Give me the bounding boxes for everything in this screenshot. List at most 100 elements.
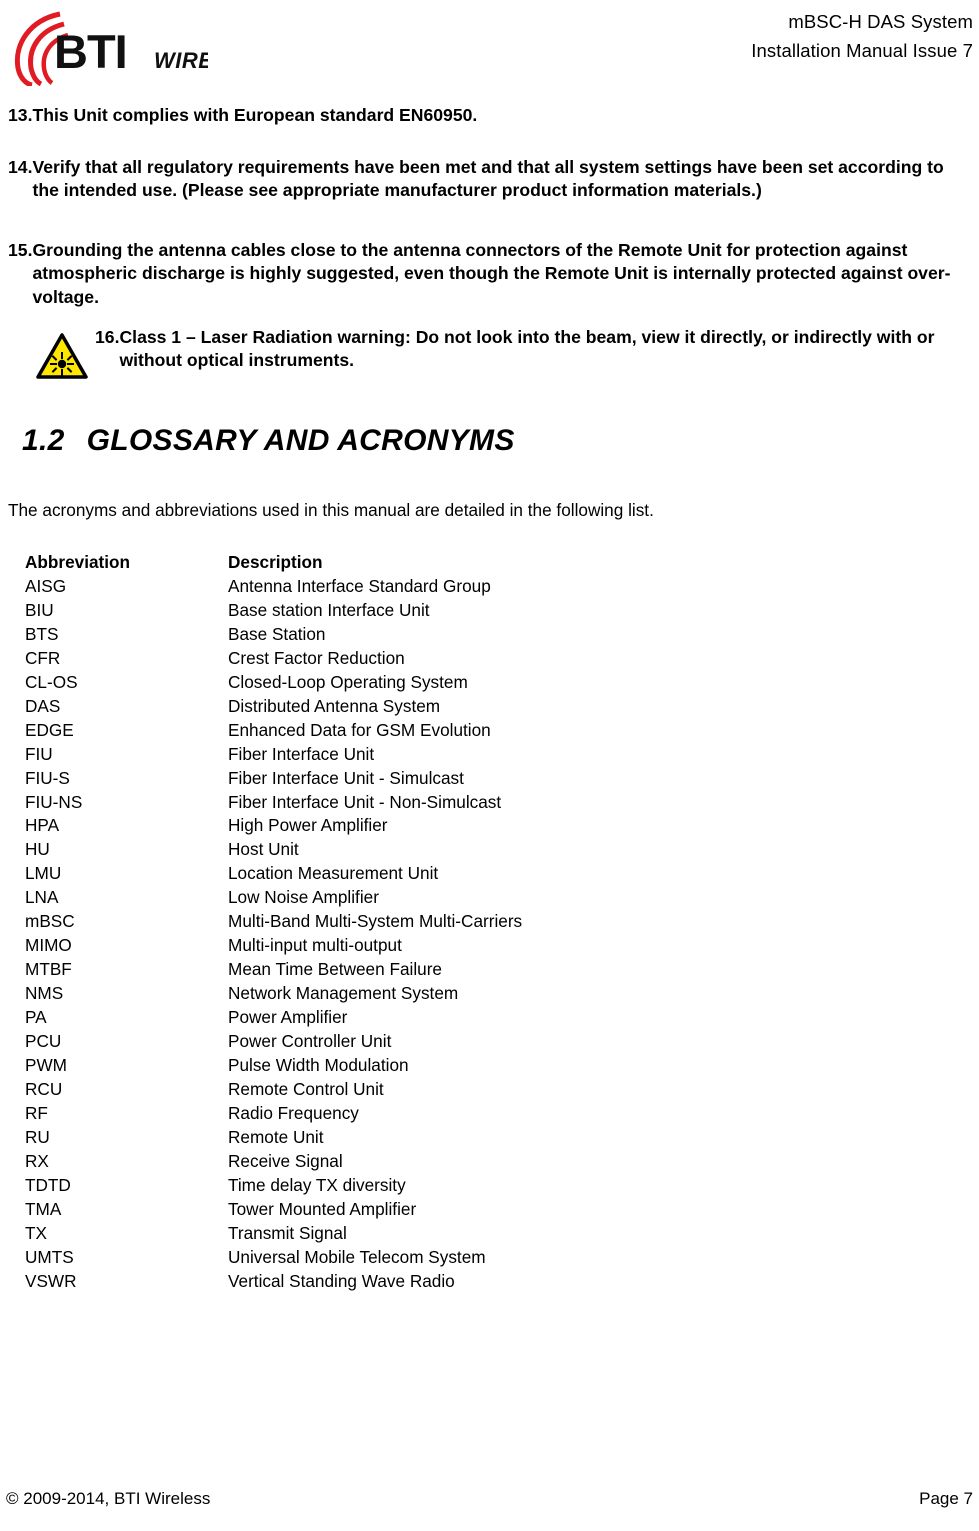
glossary-row: PCU Power Controller Unit	[25, 1030, 522, 1054]
glossary-abbreviation: mBSC	[25, 911, 75, 932]
glossary-abbreviation: BTS	[25, 623, 59, 644]
glossary-abbreviation: UMTS	[25, 1246, 74, 1267]
glossary-description: Fiber Interface Unit - Simulcast	[228, 767, 464, 788]
glossary-description: Remote Unit	[228, 1126, 324, 1147]
glossary-abbreviation: HPA	[25, 815, 60, 836]
glossary-description: Location Measurement Unit	[228, 863, 439, 884]
glossary-description: Multi-input multi-output	[228, 935, 402, 956]
glossary-row: HPA High Power Amplifier	[25, 814, 522, 838]
glossary-abbreviation: LMU	[25, 863, 62, 884]
glossary-description: Crest Factor Reduction	[228, 647, 405, 668]
laser-radiation-warning-icon	[36, 332, 88, 380]
glossary-row: FIU-S Fiber Interface Unit - Simulcast	[25, 767, 522, 791]
glossary-description: Remote Control Unit	[228, 1078, 384, 1099]
glossary-description: Vertical Standing Wave Radio	[228, 1270, 455, 1291]
glossary-abbreviation: FIU-NS	[25, 791, 83, 812]
glossary-description: Universal Mobile Telecom System	[228, 1246, 486, 1267]
glossary-row: FIU Fiber Interface Unit	[25, 743, 522, 767]
glossary-row: AISG Antenna Interface Standard Group	[25, 575, 522, 599]
glossary-row: mBSC Multi-Band Multi-System Multi-Carrie…	[25, 910, 522, 934]
glossary-abbreviation: DAS	[25, 695, 61, 716]
glossary-description: Power Amplifier	[228, 1007, 348, 1028]
glossary-description: Transmit Signal	[228, 1222, 347, 1243]
glossary-row: HU Host Unit	[25, 838, 522, 862]
glossary-abbreviation: HU	[25, 839, 50, 860]
glossary-row: EDGE Enhanced Data for GSM Evolution	[25, 719, 522, 743]
safety-item-13-text: This Unit complies with European standar…	[32, 105, 478, 125]
glossary-description: Low Noise Amplifier	[228, 887, 379, 908]
glossary-abbreviation: PWM	[25, 1055, 68, 1076]
section-heading: 1.2 GLOSSARY AND ACRONYMS	[22, 424, 515, 458]
glossary-description: Fiber Interface Unit	[228, 743, 375, 764]
glossary-description: Network Management System	[228, 983, 459, 1004]
page-footer: © 2009-2014, BTI Wireless Page 7	[0, 1489, 979, 1517]
safety-item-15-number: 15.	[8, 240, 33, 260]
section-intro-text: The acronyms and abbreviations used in t…	[8, 500, 654, 520]
glossary-description: Time delay TX diversity	[228, 1174, 406, 1195]
logo-wordmark: BTI WIRELESS	[54, 25, 208, 78]
safety-item-14: 14. Verify that all regulatory requireme…	[8, 156, 974, 203]
glossary-abbreviation: VSWR	[25, 1270, 77, 1291]
glossary-row: TDTD Time delay TX diversity	[25, 1174, 522, 1198]
safety-item-15: 15. Grounding the antenna cables close t…	[8, 239, 974, 309]
footer-page-number: Page 7	[919, 1489, 973, 1508]
glossary-row: LMU Location Measurement Unit	[25, 862, 522, 886]
glossary-abbreviation: FIU-S	[25, 767, 70, 788]
glossary-row: MTBF Mean Time Between Failure	[25, 958, 522, 982]
glossary-row: RU Remote Unit	[25, 1126, 522, 1150]
glossary-description: Base Station	[228, 623, 326, 644]
header-manual-title: Installation Manual Issue 7	[751, 39, 973, 61]
glossary-table: Abbreviation Description AISG Antenna Int…	[25, 551, 522, 1294]
glossary-row: UMTS Universal Mobile Telecom System	[25, 1246, 522, 1270]
glossary-row: RX Receive Signal	[25, 1150, 522, 1174]
glossary-row: DAS Distributed Antenna System	[25, 695, 522, 719]
glossary-abbreviation: MIMO	[25, 935, 72, 956]
glossary-row: BIU Base station Interface Unit	[25, 599, 522, 623]
glossary-description: Antenna Interface Standard Group	[228, 575, 491, 596]
glossary-description: Tower Mounted Amplifier	[228, 1198, 417, 1219]
glossary-description: Radio Frequency	[228, 1102, 359, 1123]
glossary-header-abbreviation: Abbreviation	[25, 552, 131, 572]
glossary-row: RF Radio Frequency	[25, 1102, 522, 1126]
glossary-row: VSWR Vertical Standing Wave Radio	[25, 1270, 522, 1294]
glossary-abbreviation: MTBF	[25, 959, 72, 980]
glossary-header-description: Description	[228, 552, 323, 572]
glossary-row: CFR Crest Factor Reduction	[25, 647, 522, 671]
glossary-abbreviation: RCU	[25, 1078, 63, 1099]
safety-item-16-number: 16.	[95, 327, 120, 347]
glossary-abbreviation: CFR	[25, 647, 61, 668]
glossary-row: TMA Tower Mounted Amplifier	[25, 1198, 522, 1222]
bti-wireless-logo: BTI WIRELESS	[8, 6, 208, 86]
glossary-row: LNA Low Noise Amplifier	[25, 886, 522, 910]
glossary-abbreviation: AISG	[25, 575, 67, 596]
glossary-description: Host Unit	[228, 839, 299, 860]
glossary-abbreviation: TDTD	[25, 1174, 71, 1195]
glossary-description: Fiber Interface Unit - Non-Simulcast	[228, 791, 502, 812]
header-title-block: mBSC-H DAS System Installation Manual Is…	[751, 8, 973, 65]
glossary-description: High Power Amplifier	[228, 815, 388, 836]
footer-copyright: © 2009-2014, BTI Wireless	[6, 1489, 211, 1508]
glossary-description: Enhanced Data for GSM Evolution	[228, 719, 491, 740]
svg-text:BTI: BTI	[54, 25, 127, 78]
glossary-abbreviation: PA	[25, 1007, 47, 1028]
glossary-description: Multi-Band Multi-System Multi-Carriers	[228, 911, 523, 932]
glossary-header-row: Abbreviation Description	[25, 551, 522, 575]
glossary-abbreviation: TX	[25, 1222, 47, 1243]
glossary-row: NMS Network Management System	[25, 982, 522, 1006]
glossary-row: FIU-NS Fiber Interface Unit - Non-Simulca…	[25, 791, 522, 815]
glossary-description: Receive Signal	[228, 1150, 343, 1171]
page-header: BTI WIRELESS mBSC-H DAS System Installat…	[0, 0, 979, 95]
glossary-abbreviation: NMS	[25, 983, 64, 1004]
glossary-abbreviation: RF	[25, 1102, 48, 1123]
safety-item-16: 16. Class 1 – Laser Radiation warning: D…	[95, 326, 955, 373]
safety-item-16-text: Class 1 – Laser Radiation warning: Do no…	[119, 327, 935, 371]
glossary-row: TX Transmit Signal	[25, 1222, 522, 1246]
glossary-abbreviation: RX	[25, 1150, 49, 1171]
glossary-description: Distributed Antenna System	[228, 695, 441, 716]
glossary-abbreviation: RU	[25, 1126, 50, 1147]
glossary-row: CL-OS Closed-Loop Operating System	[25, 671, 522, 695]
safety-item-14-number: 14.	[8, 157, 33, 177]
glossary-description: Base station Interface Unit	[228, 599, 430, 620]
glossary-abbreviation: LNA	[25, 887, 59, 908]
glossary-row: PA Power Amplifier	[25, 1006, 522, 1030]
